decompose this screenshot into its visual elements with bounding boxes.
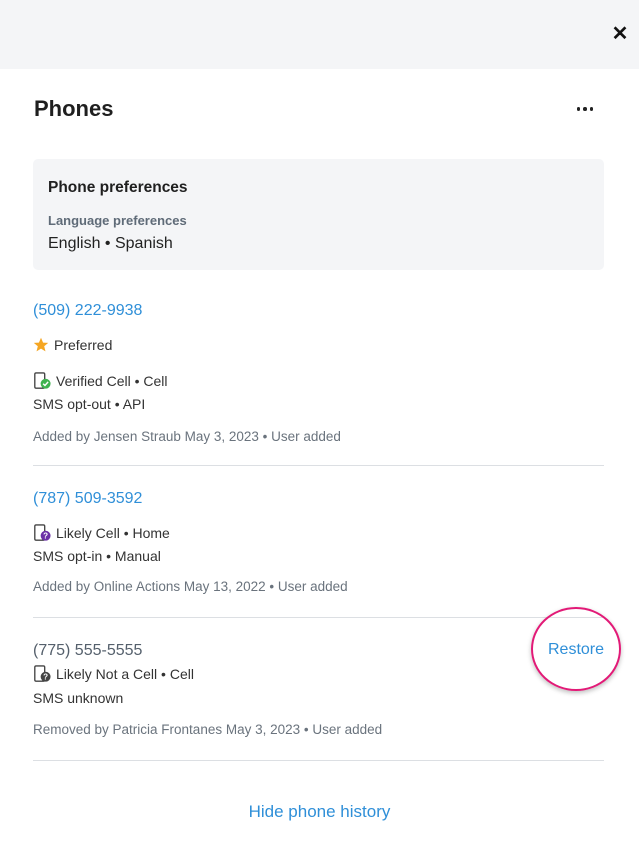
phone-entry: (787) 509-3592 ? Likely Cell • Home SMS … (33, 490, 604, 600)
more-options-button[interactable] (572, 99, 598, 119)
divider (33, 760, 604, 761)
phone-type-line: ? Likely Cell • Home (33, 524, 170, 542)
hide-phone-history-link[interactable]: Hide phone history (0, 802, 639, 822)
star-icon (33, 337, 49, 352)
added-info: Added by Online Actions May 13, 2022 • U… (33, 579, 348, 594)
more-dot-icon (576, 107, 581, 111)
divider (33, 617, 604, 618)
added-info: Added by Jensen Straub May 3, 2023 • Use… (33, 429, 341, 444)
phone-type-text: Verified Cell • Cell (56, 373, 168, 389)
phone-preferences-card: Phone preferences Language preferences E… (33, 159, 604, 270)
svg-text:?: ? (43, 532, 48, 541)
likely-cell-icon: ? (34, 524, 51, 541)
svg-text:?: ? (43, 673, 48, 682)
phone-type-line: Verified Cell • Cell (33, 372, 168, 390)
more-dot-icon (583, 107, 587, 111)
top-bar: ✕ (0, 0, 639, 69)
phone-type-text: Likely Cell • Home (56, 525, 170, 541)
phone-type-text: Likely Not a Cell • Cell (56, 666, 194, 682)
more-dot-icon (589, 107, 594, 111)
verified-cell-icon (34, 372, 51, 389)
language-preferences-label: Language preferences (48, 213, 187, 228)
divider (33, 465, 604, 466)
preferences-title: Phone preferences (48, 179, 188, 196)
sms-status: SMS opt-out • API (33, 396, 146, 412)
close-button[interactable]: ✕ (609, 22, 631, 45)
page-title: Phones (34, 96, 114, 121)
preferred-badge: Preferred (33, 337, 112, 353)
removed-info: Removed by Patricia Frontanes May 3, 202… (33, 722, 383, 737)
preferred-label: Preferred (54, 337, 113, 353)
sms-status: SMS unknown (33, 690, 124, 706)
language-preferences-value: English • Spanish (48, 235, 173, 252)
phone-type-line: ? Likely Not a Cell • Cell (33, 665, 194, 683)
phone-entry: (509) 222-9938 Preferred Verified Cell •… (33, 302, 604, 452)
phone-number-link[interactable]: (787) 509-3592 (33, 490, 142, 508)
phone-entry-removed: (775) 555-5555 ? Likely Not a Cell • Cel… (33, 642, 604, 742)
restore-button[interactable]: Restore (548, 641, 604, 659)
phone-number-link[interactable]: (509) 222-9938 (33, 302, 142, 320)
close-icon: ✕ (611, 22, 629, 45)
likely-not-cell-icon: ? (34, 665, 51, 682)
phone-number: (775) 555-5555 (33, 642, 143, 659)
sms-status: SMS opt-in • Manual (33, 548, 161, 564)
